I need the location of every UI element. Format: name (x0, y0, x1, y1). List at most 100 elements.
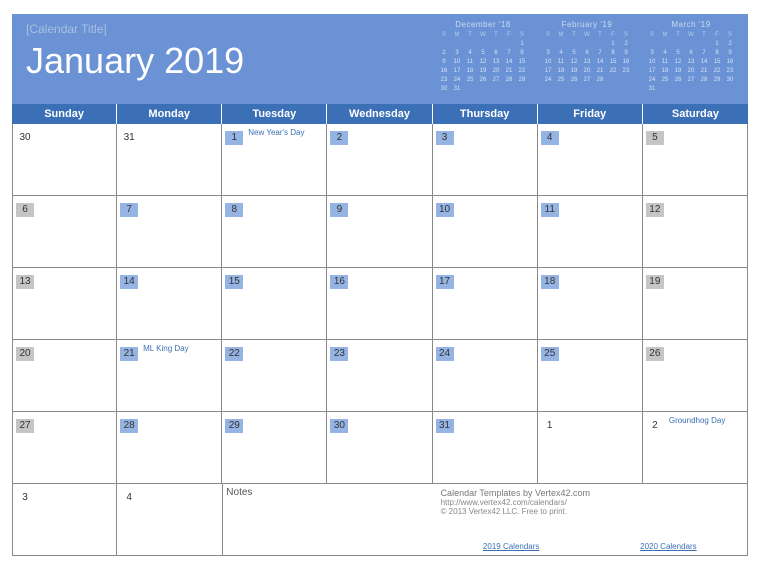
day-header: Friday (538, 104, 643, 124)
event-label: ML King Day (143, 344, 189, 353)
day-number: 7 (120, 203, 138, 217)
day-header: Sunday (12, 104, 117, 124)
day-cell: 20 (12, 340, 117, 412)
day-number: 11 (541, 203, 559, 217)
day-number: 3 (436, 131, 454, 145)
day-cell: 11 (538, 196, 643, 268)
day-number: 31 (436, 419, 454, 433)
day-number: 30 (330, 419, 348, 433)
link-2019[interactable]: 2019 Calendars (483, 542, 539, 551)
day-header: Tuesday (222, 104, 327, 124)
day-number: 4 (120, 491, 138, 505)
day-cell: 18 (538, 268, 643, 340)
day-number: 12 (646, 203, 664, 217)
day-cell: 26 (643, 340, 748, 412)
day-cell: 4 (538, 124, 643, 196)
mini-label: March '19 (646, 20, 736, 29)
mini-calendar: March '19 SMTWTFS123456789101112131415161… (646, 20, 736, 93)
mini-label: December '18 (438, 20, 528, 29)
day-cell: 2 Groundhog Day (643, 412, 748, 484)
day-cell: 12 (643, 196, 748, 268)
calendar-header: [Calendar Title] January 2019 December '… (12, 14, 748, 104)
day-number: 4 (541, 131, 559, 145)
day-number: 15 (225, 275, 243, 289)
day-number: 6 (16, 203, 34, 217)
day-number: 1 (541, 419, 559, 433)
day-number: 31 (120, 131, 138, 145)
info-title: Calendar Templates by Vertex42.com (441, 488, 739, 498)
day-number: 16 (330, 275, 348, 289)
day-cell: 13 (12, 268, 117, 340)
mini-calendars: December '18 SMTWTFS123456789101112131415… (438, 20, 736, 93)
day-cell: 14 (117, 268, 222, 340)
day-cell: 10 (433, 196, 538, 268)
mini-grid: SMTWTFS123456789101112131415161718192021… (438, 31, 528, 93)
calendar-grid: 30311New Year's Day234567891011121314151… (12, 124, 748, 484)
day-number: 28 (120, 419, 138, 433)
notes-area: Notes (222, 484, 432, 556)
day-cell: 28 (117, 412, 222, 484)
day-cell: 25 (538, 340, 643, 412)
day-number: 20 (16, 347, 34, 361)
day-cell: 30 (12, 124, 117, 196)
day-cell: 5 (643, 124, 748, 196)
day-cell: 17 (433, 268, 538, 340)
day-number: 2 (646, 419, 664, 433)
day-cell: 8 (222, 196, 327, 268)
day-cell: 6 (12, 196, 117, 268)
day-cell: 9 (327, 196, 432, 268)
mini-calendar: December '18 SMTWTFS123456789101112131415… (438, 20, 528, 93)
day-cell: 3 (433, 124, 538, 196)
day-cell: 16 (327, 268, 432, 340)
day-number: 29 (225, 419, 243, 433)
day-number: 2 (330, 131, 348, 145)
event-label: New Year's Day (248, 128, 304, 137)
day-number: 17 (436, 275, 454, 289)
day-cell: 3 (12, 484, 117, 556)
day-cell: 23 (327, 340, 432, 412)
day-cell: 31 (117, 124, 222, 196)
info-url: http://www.vertex42.com/calendars/ (441, 498, 739, 507)
day-number: 1 (225, 131, 243, 145)
info-copyright: © 2013 Vertex42 LLC. Free to print. (441, 507, 739, 516)
day-number: 30 (16, 131, 34, 145)
last-row: 3 4 Notes Calendar Templates by Vertex42… (12, 484, 748, 556)
day-header: Saturday (643, 104, 748, 124)
day-number: 5 (646, 131, 664, 145)
day-header: Thursday (433, 104, 538, 124)
mini-label: February '19 (542, 20, 632, 29)
info-box: Calendar Templates by Vertex42.com http:… (433, 484, 748, 556)
mini-calendar: February '19 SMTWTFS123456789101112131415… (542, 20, 632, 93)
day-number: 13 (16, 275, 34, 289)
day-number: 23 (330, 347, 348, 361)
day-cell: 24 (433, 340, 538, 412)
link-2020[interactable]: 2020 Calendars (640, 542, 696, 551)
mini-grid: SMTWTFS123456789101112131415161718192021… (542, 31, 632, 84)
day-number: 26 (646, 347, 664, 361)
day-number: 14 (120, 275, 138, 289)
day-number: 19 (646, 275, 664, 289)
day-header-row: SundayMondayTuesdayWednesdayThursdayFrid… (12, 104, 748, 124)
day-cell: 22 (222, 340, 327, 412)
day-number: 27 (16, 419, 34, 433)
day-cell: 7 (117, 196, 222, 268)
notes-label: Notes (226, 487, 252, 498)
day-cell: 15 (222, 268, 327, 340)
event-label: Groundhog Day (669, 416, 725, 425)
day-number: 22 (225, 347, 243, 361)
day-number: 9 (330, 203, 348, 217)
day-number: 3 (16, 491, 34, 505)
day-number: 25 (541, 347, 559, 361)
day-number: 18 (541, 275, 559, 289)
day-cell: 21 ML King Day (117, 340, 222, 412)
day-cell: 2 (327, 124, 432, 196)
day-cell: 30 (327, 412, 432, 484)
day-cell: 31 (433, 412, 538, 484)
day-cell: 27 (12, 412, 117, 484)
mini-grid: SMTWTFS123456789101112131415161718192021… (646, 31, 736, 93)
day-number: 10 (436, 203, 454, 217)
day-cell: 1 (538, 412, 643, 484)
day-cell: 19 (643, 268, 748, 340)
day-number: 8 (225, 203, 243, 217)
day-number: 21 (120, 347, 138, 361)
